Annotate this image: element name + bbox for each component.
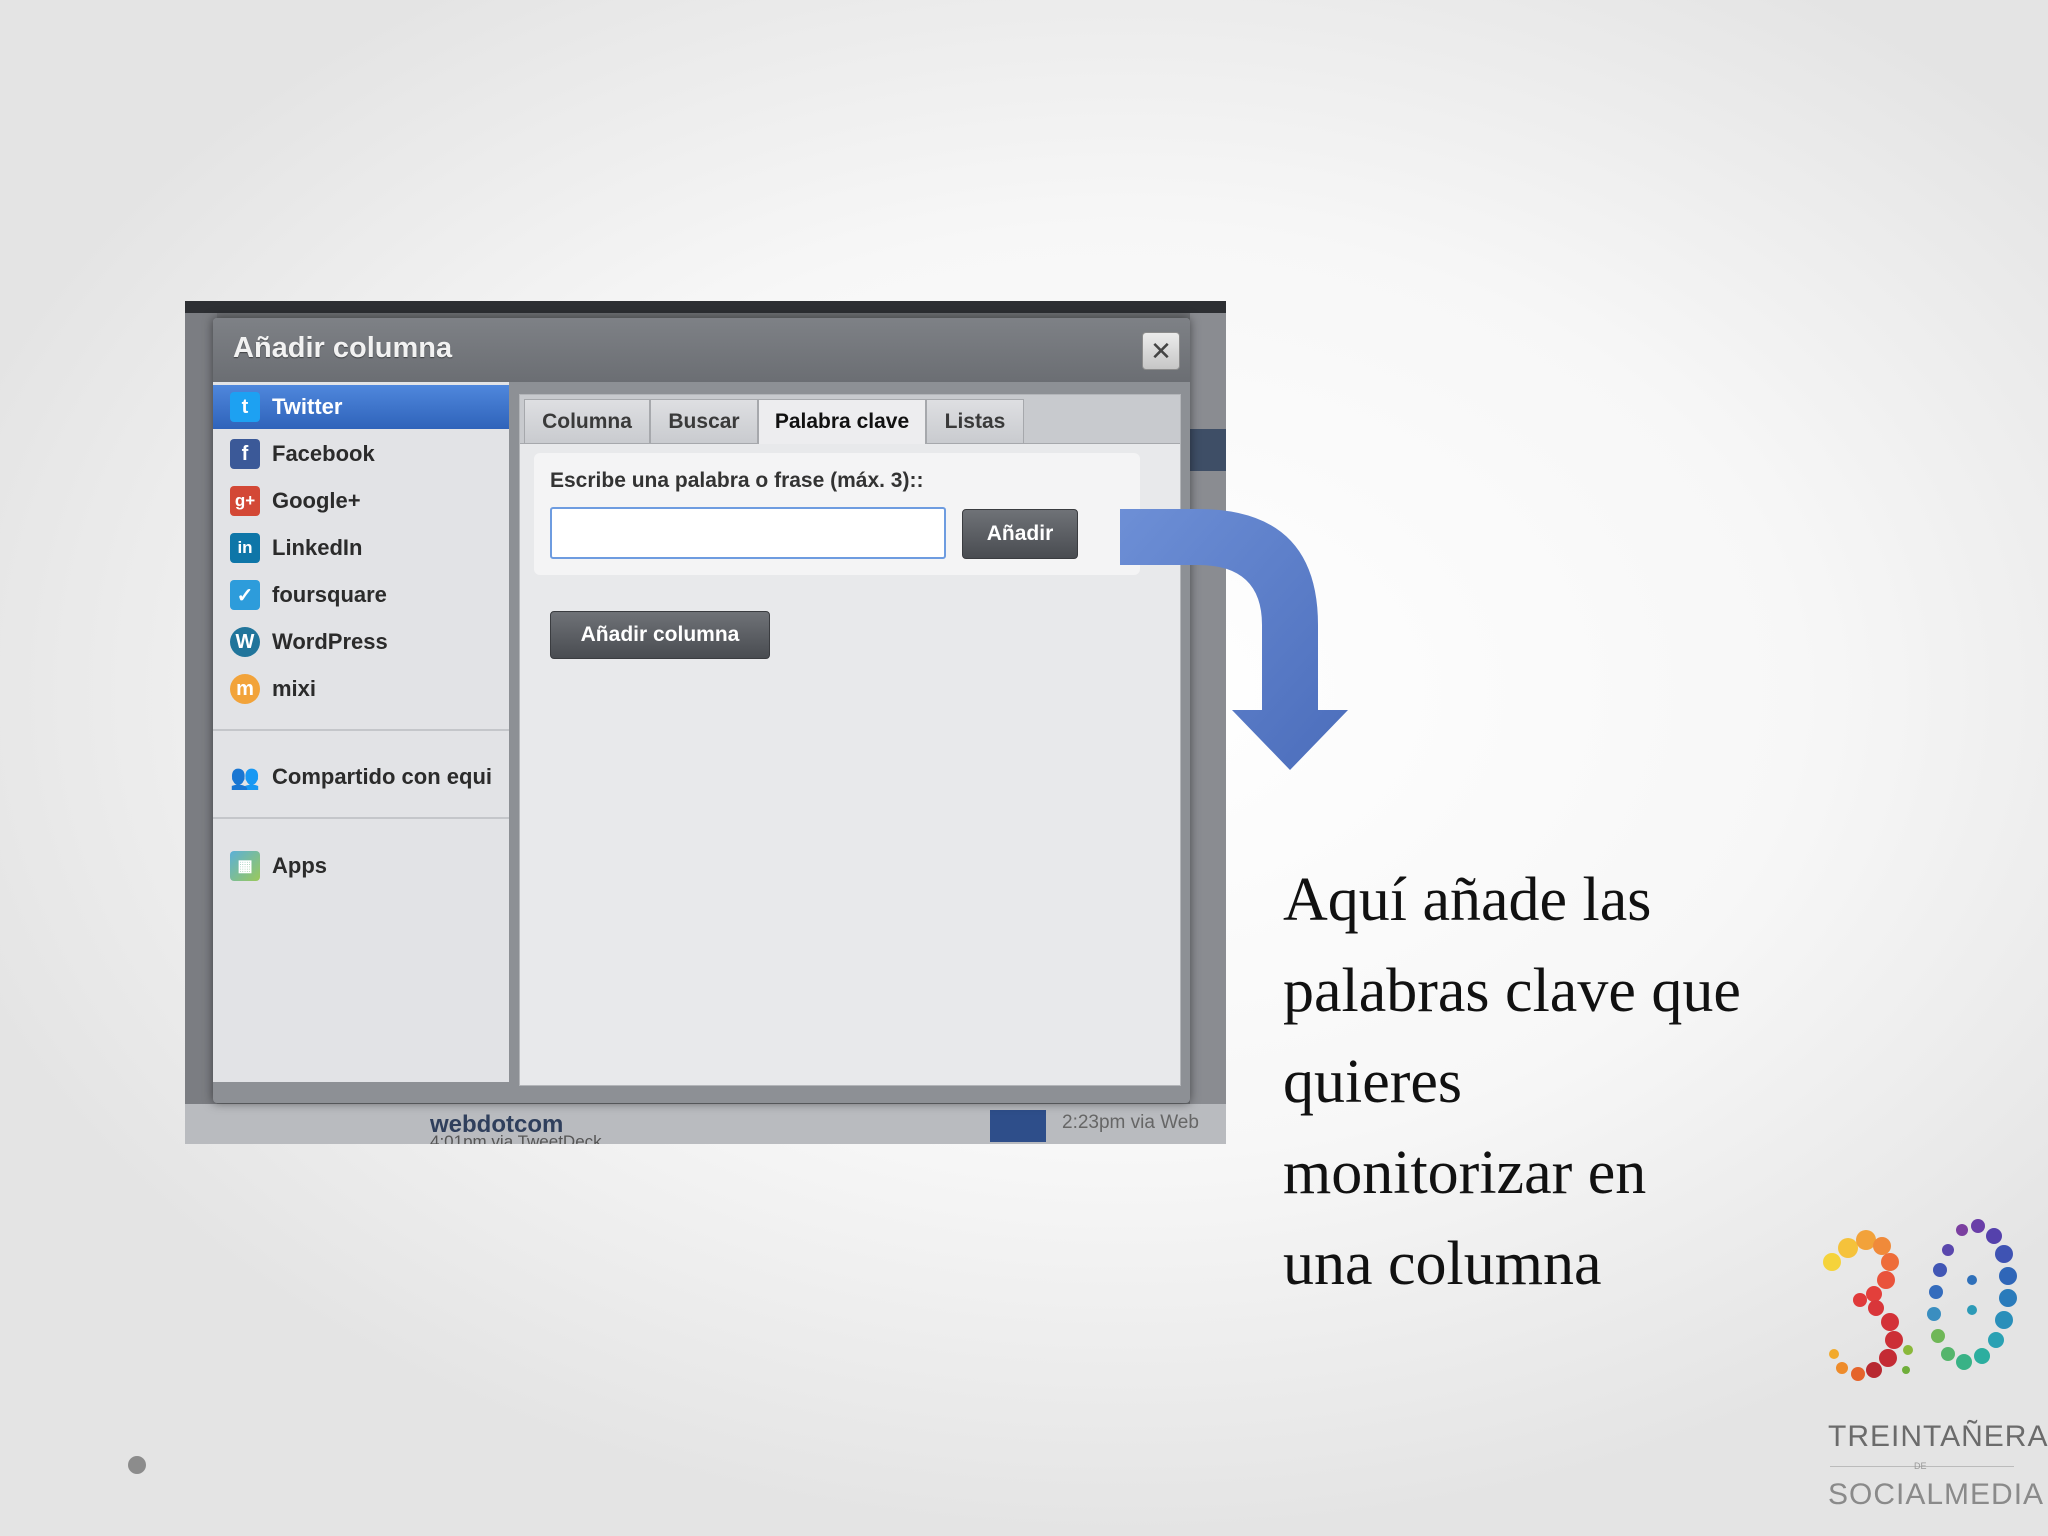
close-button[interactable]: ✕: [1142, 332, 1180, 370]
linkedin-icon: in: [230, 533, 260, 563]
sidebar-item-wordpress[interactable]: W WordPress: [213, 620, 509, 664]
tab-label: Listas: [944, 409, 1006, 433]
network-sidebar: t Twitter f Facebook g+ Google+ in Linke…: [213, 382, 509, 1082]
app-right-column-header: [1190, 429, 1226, 471]
tab-label: Palabra clave: [774, 410, 910, 433]
keyword-label: Escribe una palabra o frase (máx. 3)::: [550, 469, 924, 492]
column-config-panel: Columna Buscar Palabra clave Listas Escr…: [519, 394, 1181, 1086]
mixi-icon: m: [230, 674, 260, 704]
sidebar-item-label: mixi: [272, 676, 317, 701]
sidebar-item-label: Google+: [272, 488, 361, 513]
wordpress-icon: W: [230, 627, 260, 657]
facebook-icon: f: [230, 439, 260, 469]
foursquare-icon: ✓: [230, 580, 260, 610]
background-timestamp: 2:23pm via Web: [1062, 1112, 1199, 1133]
slide-bullet: [128, 1456, 146, 1474]
tweetdeck-screenshot: webdotcom 4:01pm via TweetDeck 2:23pm vi…: [185, 301, 1226, 1144]
logo-wordmark-2: SOCIALMEDIA: [1828, 1478, 2045, 1511]
keyword-input[interactable]: [550, 507, 946, 559]
twitter-icon: t: [230, 392, 260, 422]
caption-line: palabras clave que: [1283, 957, 1741, 1025]
sidebar-item-label: WordPress: [272, 629, 388, 654]
app-topbar: [185, 301, 1226, 313]
sidebar-divider: [213, 817, 509, 819]
sidebar-item-twitter[interactable]: t Twitter: [213, 385, 509, 429]
keyword-box: Escribe una palabra o frase (máx. 3):: A…: [534, 453, 1140, 575]
dialog-title: Añadir columna: [233, 332, 453, 364]
treintanera-logo-icon: [1823, 1219, 2017, 1381]
tab-listas[interactable]: Listas: [926, 399, 1024, 443]
caption-line: Aquí añade las: [1283, 866, 1652, 934]
add-keyword-button[interactable]: Añadir: [962, 509, 1078, 559]
sidebar-item-foursquare[interactable]: ✓ foursquare: [213, 573, 509, 617]
tab-label: Buscar: [668, 409, 740, 433]
dialog-header: Añadir columna ✕: [213, 318, 1190, 382]
sidebar-item-apps[interactable]: ▦ Apps: [213, 844, 509, 888]
logo-three: [1823, 1230, 1913, 1381]
tab-bar: Columna Buscar Palabra clave Listas: [520, 395, 1180, 444]
logo-zero: [1927, 1219, 2017, 1370]
google-plus-icon: g+: [230, 486, 260, 516]
sidebar-item-shared[interactable]: 👥 Compartido con equi: [213, 755, 509, 799]
add-column-button[interactable]: Añadir columna: [550, 611, 770, 659]
tab-label: Columna: [542, 409, 632, 433]
caption-line: quieres: [1283, 1048, 1463, 1116]
curved-arrow-icon: [1120, 509, 1348, 770]
sidebar-item-label: Apps: [272, 853, 327, 878]
tab-palabra-clave[interactable]: Palabra clave: [758, 399, 926, 444]
sidebar-item-label: Facebook: [272, 441, 375, 466]
sidebar-item-linkedin[interactable]: in LinkedIn: [213, 526, 509, 570]
apps-icon: ▦: [230, 851, 260, 881]
logo-wordmark-1: TREINTAÑERA: [1828, 1420, 2048, 1453]
sidebar-item-google-plus[interactable]: g+ Google+: [213, 479, 509, 523]
sidebar-item-label: Twitter: [272, 394, 343, 419]
tab-columna[interactable]: Columna: [524, 399, 650, 443]
sidebar-divider: [213, 729, 509, 731]
add-column-dialog: Añadir columna ✕ t Twitter f Facebook g+…: [213, 318, 1190, 1103]
background-handle-sub: 4:01pm via TweetDeck: [430, 1132, 602, 1144]
close-icon: ✕: [1150, 335, 1172, 366]
sidebar-item-mixi[interactable]: m mixi: [213, 667, 509, 711]
shared-team-icon: 👥: [230, 763, 260, 791]
sidebar-item-label: foursquare: [272, 582, 387, 607]
background-avatar: [990, 1110, 1046, 1142]
sidebar-item-facebook[interactable]: f Facebook: [213, 432, 509, 476]
sidebar-item-label: LinkedIn: [272, 535, 363, 560]
tab-buscar[interactable]: Buscar: [650, 399, 758, 443]
sidebar-item-label: Compartido con equi: [272, 764, 492, 789]
logo-wordmark-de: DE: [1914, 1461, 1927, 1471]
